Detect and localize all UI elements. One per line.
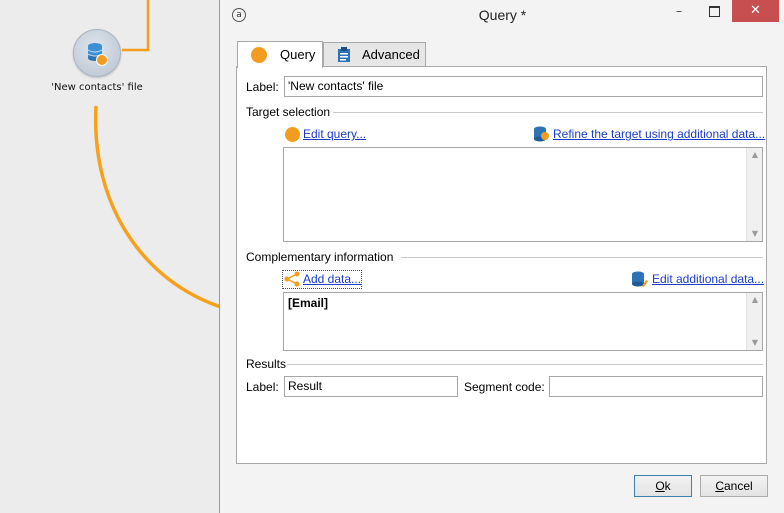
add-data-link[interactable]: Add data... [303,272,361,286]
query-filter-display: ▲ ▼ [283,147,763,242]
ok-label-rest: k [664,479,671,493]
segment-code-caption: Segment code: [464,380,545,394]
database-icon [87,43,108,66]
edit-additional-data-icon [632,271,648,287]
ok-mnemonic: O [655,479,665,493]
query-tab-icon [251,47,267,63]
share-icon [284,271,300,287]
query-dialog: a Query * – ✕ Query Advanced Label: 'New… [219,0,784,513]
label-input[interactable]: 'New contacts' file [284,76,763,97]
additional-data-content: [Email] [288,296,329,310]
edit-query-link[interactable]: Edit query... [303,127,366,141]
query-filter-scrollbar[interactable]: ▲ ▼ [746,148,762,241]
additional-data-scrollbar[interactable]: ▲ ▼ [746,293,762,350]
scroll-down-icon[interactable]: ▼ [747,336,763,350]
results-divider [287,364,763,365]
edit-additional-data-link[interactable]: Edit additional data... [652,272,764,286]
close-button[interactable]: ✕ [732,0,779,22]
label-caption: Label: [246,80,279,94]
tab-query[interactable]: Query [237,41,323,68]
complementary-info-divider [401,257,763,258]
scroll-down-icon[interactable]: ▼ [747,227,763,241]
segment-code-input[interactable] [549,376,763,397]
cancel-button[interactable]: Cancel [700,475,768,497]
target-selection-heading: Target selection [246,105,331,119]
query-tab-panel: Label: 'New contacts' file Target select… [236,66,767,464]
edit-query-icon [285,127,300,142]
ok-button[interactable]: Ok [634,475,692,497]
minimize-button[interactable]: – [665,0,693,22]
refine-target-link[interactable]: Refine the target using additional data.… [553,127,765,141]
refine-database-icon [534,126,549,142]
results-heading: Results [246,357,287,371]
cancel-mnemonic: C [715,479,724,493]
maximize-button[interactable] [700,0,728,22]
scroll-up-icon[interactable]: ▲ [747,293,763,307]
additional-data-display: [Email] ▲ ▼ [283,292,763,351]
result-label-input[interactable]: Result [284,376,458,397]
tab-query-label: Query [280,47,316,62]
cancel-label-rest: ancel [723,479,753,493]
complementary-info-heading: Complementary information [246,250,394,264]
result-label-caption: Label: [246,380,279,394]
title-bar: a Query * – ✕ [220,0,784,31]
target-selection-divider [333,112,763,113]
tab-advanced[interactable]: Advanced [323,42,426,67]
clipboard-icon [338,47,350,62]
maximize-icon [708,6,720,17]
tab-advanced-label: Advanced [362,47,420,62]
query-activity-node[interactable] [73,29,121,77]
scroll-up-icon[interactable]: ▲ [747,148,763,162]
query-node-label: 'New contacts' file [51,82,143,93]
